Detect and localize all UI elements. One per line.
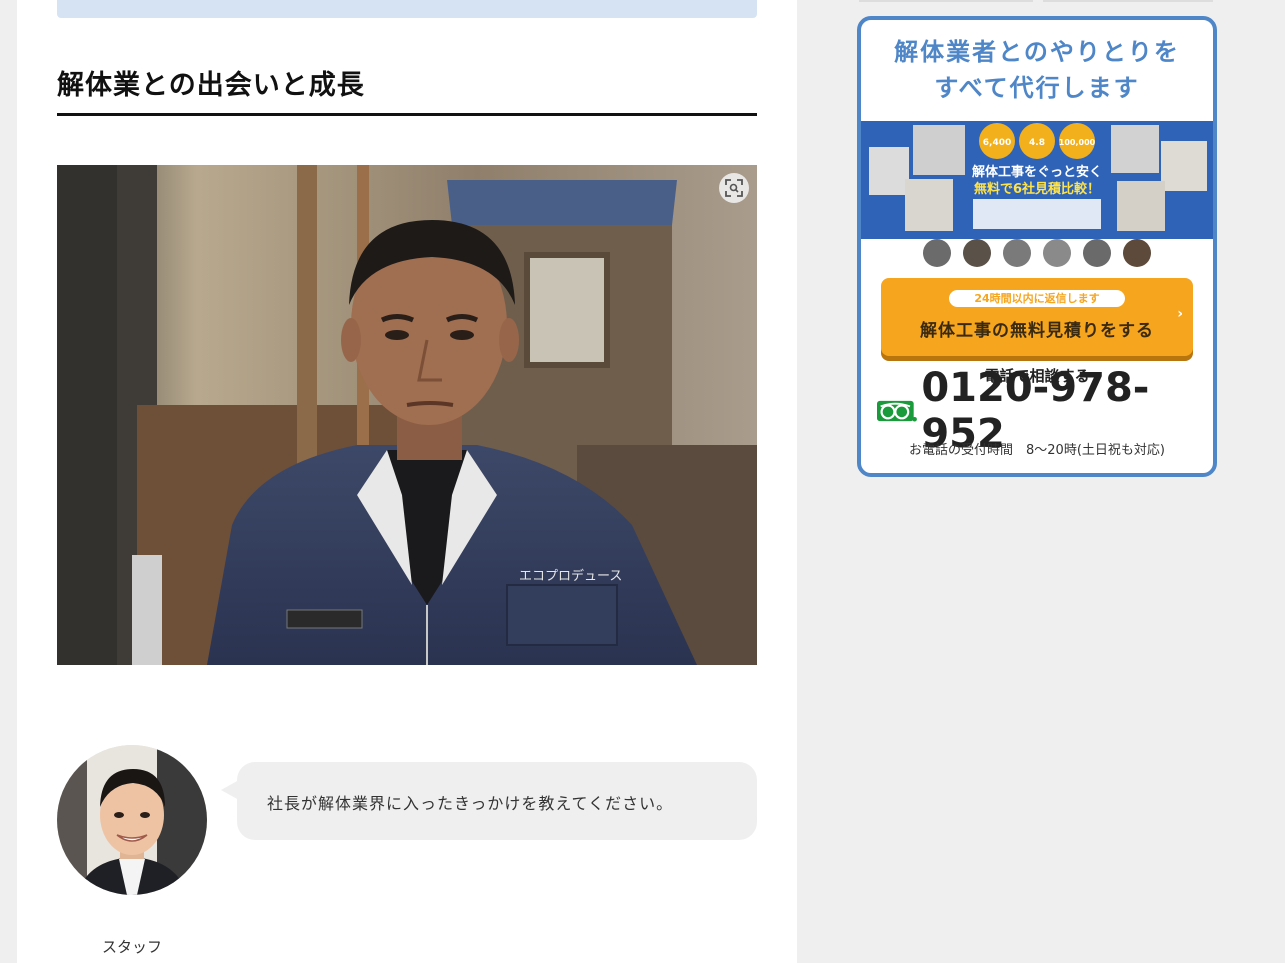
banner-headline-2: 無料で6社見積比較！ [974,181,1100,197]
banner-badge-3: 100,000 [1059,138,1096,147]
ad-banner-art: 6,400 4.8 100,000 解体工事をぐっと安く 無料で6社見積比較！ [861,121,1213,269]
ad-heading: 解体業者とのやりとりを すべて代行します [861,20,1213,121]
cta-sub-label: 24時間以内に返信します [949,290,1125,307]
staff-avatar [57,745,207,895]
banner-badge-2: 4.8 [1029,138,1045,148]
chevron-right-icon: › [1177,306,1183,322]
sidebar-top-dividers [859,0,1213,2]
freedial-icon [877,400,917,422]
banner-headline-1: 解体工事をぐっと安く [971,164,1102,180]
jacket-logo-text: エコプロデュース [519,568,622,584]
president-photo-art: エコプロデュース [57,165,757,665]
previous-section-box [57,0,757,18]
zoom-icon [725,179,743,197]
president-photo[interactable]: エコプロデュース [57,165,757,665]
ad-heading-line2: すべて代行します [934,74,1140,102]
speech-bubble: 社長が解体業界に入ったきっかけを教えてください。 [237,762,757,840]
ad-banner-image[interactable]: 6,400 4.8 100,000 解体工事をぐっと安く 無料で6社見積比較！ [861,121,1213,269]
section-heading: 解体業との出会いと成長 [57,66,757,116]
sidebar-ad[interactable]: 解体業者とのやりとりを すべて代行します 6,400 4.8 100,000 解… [857,16,1217,477]
zoom-button[interactable] [719,173,749,203]
phone-link[interactable]: 0120-978-952 [877,365,1207,457]
banner-badge-1: 6,400 [983,138,1011,148]
phone-hours: お電話の受付時間 8〜20時(土日祝も対応) [909,443,1165,458]
interview-question: 社長が解体業界に入ったきっかけを教えてください。 [267,794,674,813]
main-column: 解体業との出会いと成長 エコプロデュース スタッフ 社長が解体業界に入ったきっか… [17,0,797,963]
free-estimate-button[interactable]: 24時間以内に返信します 解体工事の無料見積りをする › [881,278,1193,356]
ad-heading-line1: 解体業者とのやりとりを [894,38,1180,66]
staff-avatar-art [57,745,207,895]
speaker-name: スタッフ [101,938,162,956]
cta-main-label: 解体工事の無料見積りをする [920,321,1154,341]
